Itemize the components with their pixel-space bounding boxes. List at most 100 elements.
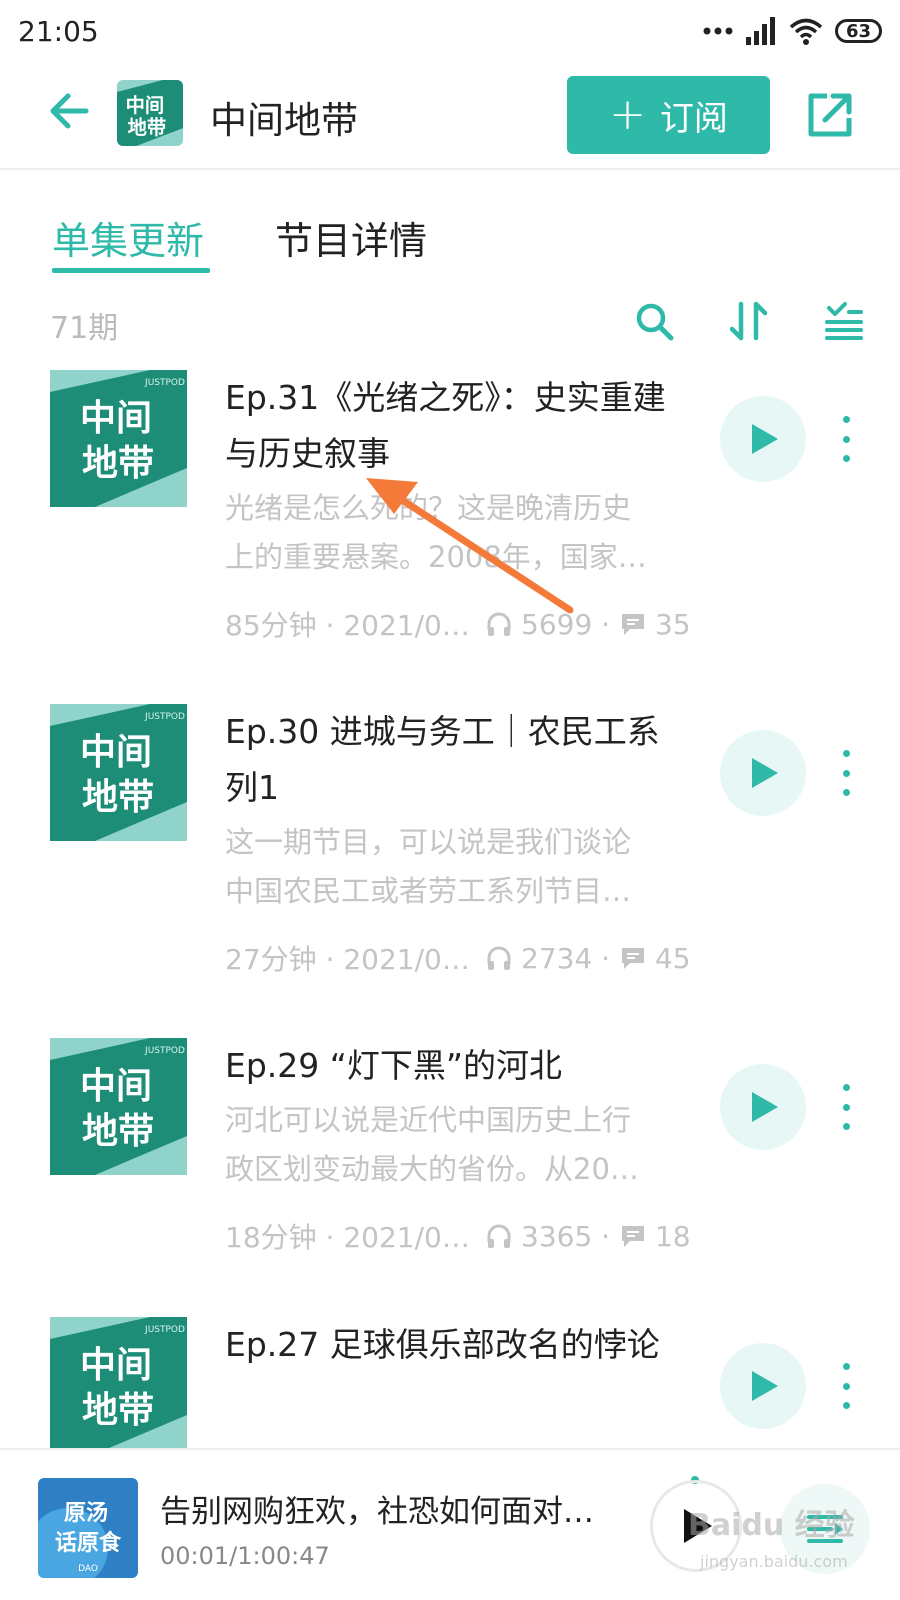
headphones-icon [487, 946, 511, 970]
episode-meta: 85分钟 · 2021/0… 5699 · 35 [225, 604, 695, 644]
episode-meta: 18分钟 · 2021/0… 3365 · 18 [225, 1216, 695, 1256]
podcast-name: 中间地带 [210, 99, 358, 142]
headphones-icon [487, 612, 511, 636]
cover-brand: JUSTPOD [144, 378, 185, 388]
status-time: 21:05 [18, 14, 99, 48]
play-icon [752, 758, 778, 788]
cover-text-1: 中间 [80, 398, 152, 439]
play-button[interactable] [720, 730, 806, 816]
cover-text-1: 中间 [80, 1066, 152, 1107]
episode-description: 河北可以说是近代中国历史上行 政区划变动最大的省份。从20… [225, 1096, 675, 1194]
now-playing-cover: 原汤 话原食 DAO [38, 1478, 138, 1578]
episode-cover: JUSTPOD 中间 地带 [50, 704, 187, 841]
episode-description-line: 政区划变动最大的省份。从20… [225, 1152, 639, 1186]
episode-description: 这一期节目，可以说是我们谈论 中国农民工或者劳工系列节目… [225, 818, 675, 916]
episode-description-line: 中国农民工或者劳工系列节目… [225, 874, 632, 908]
meta-separator: · [592, 607, 619, 641]
meta-separator: · [592, 941, 619, 975]
back-button[interactable] [44, 86, 94, 136]
cover-text-1: 中间 [80, 1345, 152, 1386]
status-bar: 21:05 63 [0, 0, 900, 62]
episode-comments: 45 [654, 941, 691, 975]
episode-description-line: 上的重要悬案。2008年，国家… [225, 540, 647, 574]
headphones-icon [487, 1224, 511, 1248]
episode-title[interactable]: Ep.30 进城与务工｜农民工系列1 [225, 704, 685, 816]
header: 中间 地带 中间地带 + 订阅 [0, 62, 900, 170]
mini-cover-brand: DAO [78, 1564, 98, 1574]
episode-cover: JUSTPOD 中间 地带 [50, 1317, 187, 1448]
episode-title[interactable]: Ep.27 足球俱乐部改名的悖论 [225, 1317, 685, 1373]
search-icon [636, 303, 674, 341]
play-button[interactable] [720, 1343, 806, 1429]
episode-cover: JUSTPOD 中间 地带 [50, 1038, 187, 1175]
tab-episodes[interactable]: 单集更新 [52, 210, 204, 265]
logo-text-1: 中间 [126, 94, 165, 117]
cover-brand: JUSTPOD [144, 1046, 185, 1056]
battery-level: 63 [845, 20, 871, 42]
tab-program-details[interactable]: 节目详情 [275, 210, 427, 265]
more-options-button[interactable] [836, 1363, 856, 1409]
mini-cover-text-1: 原汤 [64, 1501, 108, 1526]
episode-meta: 27分钟 · 2021/0… 2734 · 45 [225, 938, 695, 978]
cover-text-1: 中间 [80, 732, 152, 773]
subscribe-label: 订阅 [659, 98, 728, 139]
episode-description-line: 这一期节目，可以说是我们谈论 [225, 825, 632, 859]
podcast-logo: 中间 地带 [117, 80, 183, 146]
episode-description-line: 光绪是怎么死的？这是晚清历史 [225, 491, 632, 525]
now-playing-title: 告别网购狂欢，社恐如何面对… [160, 1494, 594, 1530]
episode-description-line: 河北可以说是近代中国历史上行 [225, 1103, 632, 1137]
cover-text-2: 地带 [82, 443, 154, 484]
episode-comments: 35 [654, 607, 691, 641]
sort-button[interactable] [728, 300, 770, 342]
share-button[interactable] [803, 88, 857, 142]
comment-icon [621, 614, 644, 635]
subscribe-button[interactable]: + 订阅 [567, 76, 770, 154]
search-button[interactable] [633, 300, 675, 342]
cover-text-2: 地带 [82, 1390, 154, 1431]
signal-dots-icon [703, 27, 733, 35]
cover-text-2: 地带 [82, 777, 154, 818]
status-icons: 63 [703, 17, 882, 45]
logo-text-2: 地带 [128, 116, 167, 139]
episode-duration-date: 27分钟 · 2021/0… [225, 943, 470, 976]
episode-item[interactable]: JUSTPOD 中间 地带 Ep.27 足球俱乐部改名的悖论 [0, 1317, 900, 1448]
active-tab-indicator [52, 268, 210, 273]
more-options-button[interactable] [836, 416, 856, 462]
episode-cover: JUSTPOD 中间 地带 [50, 370, 187, 507]
cell-signal-icon [745, 17, 775, 45]
comment-icon [621, 1226, 644, 1247]
more-options-button[interactable] [836, 750, 856, 796]
watermark-url: jingyan.baidu.com [700, 1552, 848, 1571]
episode-comments: 18 [654, 1219, 691, 1253]
cover-text-2: 地带 [82, 1111, 154, 1152]
wifi-icon [789, 18, 823, 45]
episode-listens: 3365 [521, 1219, 593, 1253]
cover-brand: JUSTPOD [144, 712, 185, 722]
comment-icon [621, 948, 644, 969]
sort-icon [729, 301, 768, 341]
play-button[interactable] [720, 1064, 806, 1150]
episode-title[interactable]: Ep.29 “灯下黑”的河北 [225, 1038, 685, 1094]
mini-cover-text-2: 话原食 [55, 1530, 122, 1556]
episode-listens: 2734 [521, 941, 593, 975]
battery-indicator: 63 [834, 19, 882, 43]
episode-count: 71期 [50, 311, 119, 346]
play-icon [752, 1371, 778, 1401]
episode-title[interactable]: Ep.31《光绪之死》：史实重建与历史叙事 [225, 370, 685, 482]
batch-select-button[interactable] [823, 300, 865, 342]
watermark: Baidu 经验 [688, 1508, 855, 1543]
back-arrow-icon [50, 93, 89, 129]
episode-listens: 5699 [521, 607, 593, 641]
episode-duration-date: 18分钟 · 2021/0… [225, 1221, 470, 1254]
now-playing-time: 00:01/1:00:47 [160, 1542, 330, 1570]
filter-icon [825, 302, 863, 340]
share-icon [808, 93, 852, 137]
episode-duration-date: 85分钟 · 2021/0… [225, 609, 470, 642]
more-options-button[interactable] [836, 1084, 856, 1130]
play-icon [752, 1092, 778, 1122]
plus-icon: + [609, 89, 646, 140]
play-button[interactable] [720, 396, 806, 482]
episode-description: 光绪是怎么死的？这是晚清历史 上的重要悬案。2008年，国家… [225, 484, 675, 582]
meta-separator: · [592, 1219, 619, 1253]
play-icon [752, 424, 778, 454]
